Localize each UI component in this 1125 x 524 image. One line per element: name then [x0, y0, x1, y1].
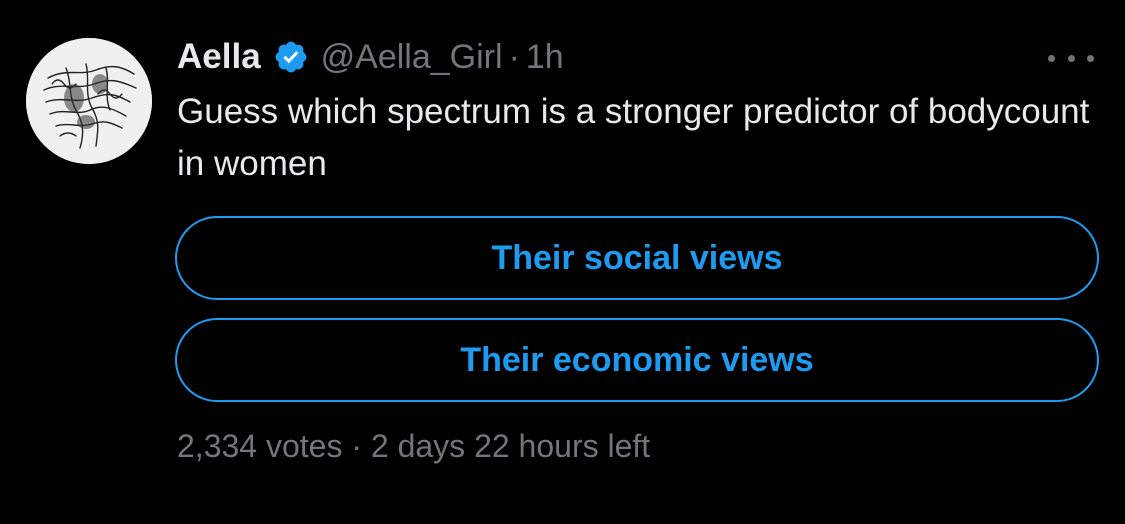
more-horizontal-icon[interactable]	[1048, 48, 1094, 68]
avatar[interactable]	[26, 38, 152, 164]
author-handle[interactable]: @Aella_Girl	[321, 38, 503, 77]
poll-votes: 2,334 votes	[177, 428, 343, 464]
more-dot	[1048, 54, 1055, 62]
poll-footer: 2,334 votes · 2 days 22 hours left	[177, 428, 650, 465]
tweet-header: Aella @Aella_Girl · 1h	[177, 32, 564, 82]
author-name[interactable]: Aella	[177, 37, 261, 77]
tweet: Aella @Aella_Girl · 1h Guess which spect…	[0, 0, 1125, 524]
timestamp[interactable]: 1h	[526, 38, 564, 77]
tweet-text: Guess which spectrum is a stronger predi…	[177, 92, 1090, 183]
poll-footer-separator: ·	[351, 428, 362, 464]
more-dot	[1067, 54, 1075, 62]
more-dot	[1087, 54, 1094, 62]
verified-badge-icon[interactable]	[273, 39, 309, 75]
header-separator: ·	[508, 37, 520, 76]
poll-time-left: 2 days 22 hours left	[370, 428, 651, 464]
poll-option-economic[interactable]: Their economic views	[175, 318, 1099, 402]
poll-option-social[interactable]: Their social views	[175, 216, 1099, 300]
